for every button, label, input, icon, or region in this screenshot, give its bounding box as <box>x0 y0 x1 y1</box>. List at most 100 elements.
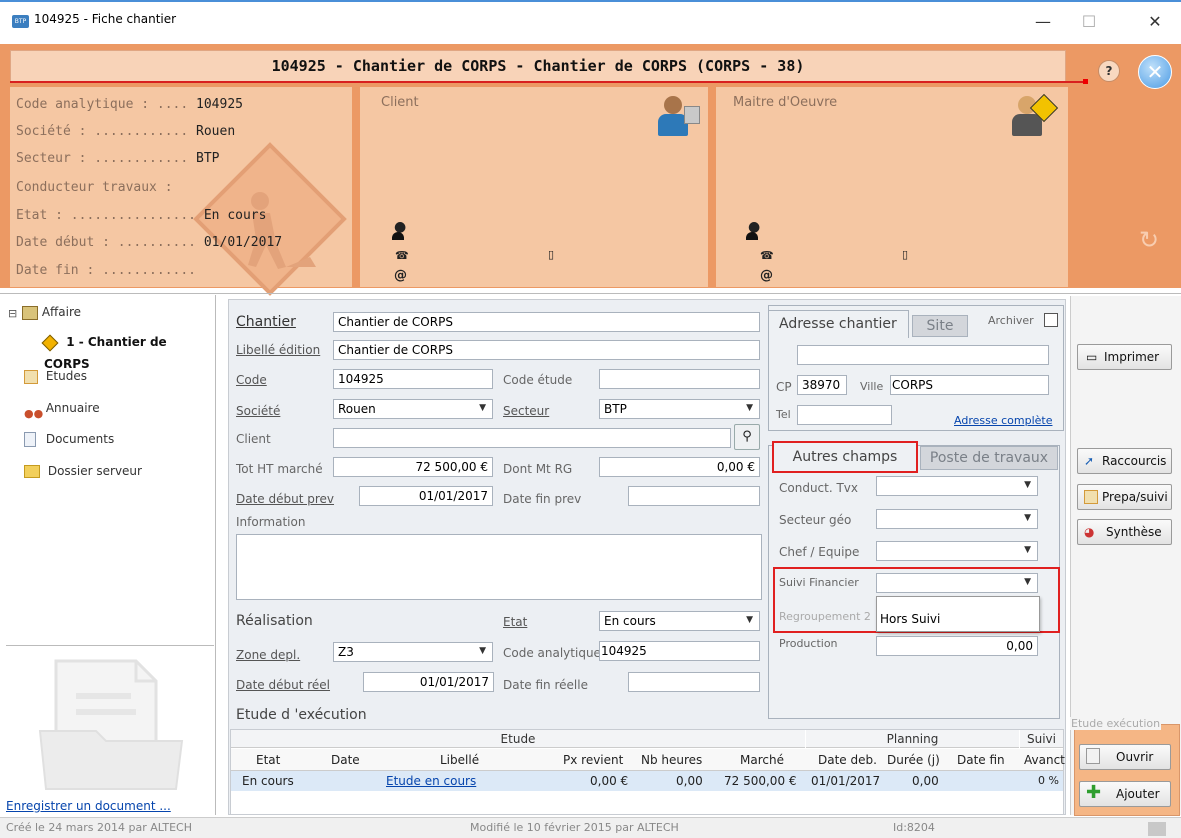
tel-field[interactable] <box>797 405 892 425</box>
sidebar-item-dossier-serveur[interactable]: Dossier serveur <box>24 460 142 482</box>
search-icon: ⚲ <box>742 429 752 444</box>
secteur-dropdown[interactable]: BTP <box>599 399 760 419</box>
tree-collapse-toggle[interactable]: ⊟ <box>8 307 17 320</box>
address-line-field[interactable] <box>797 345 1049 365</box>
tot-ht-field[interactable]: 72 500,00 € <box>333 457 493 477</box>
maximize-button[interactable]: ☐ <box>1069 8 1109 36</box>
info-secteur: Secteur : ............ BTP <box>16 151 220 166</box>
moe-label: Maitre d'Oeuvre <box>733 95 838 110</box>
th-date-deb[interactable]: Date deb. <box>818 753 877 767</box>
synthese-button[interactable]: ◕ Synthèse <box>1077 519 1172 545</box>
chef-equipe-dropdown[interactable] <box>876 541 1038 561</box>
close-window-button[interactable]: ✕ <box>1135 8 1175 36</box>
date-debut-reel-field[interactable]: 01/01/2017 <box>363 672 494 692</box>
chantier-field[interactable]: Chantier de CORPS <box>333 312 760 332</box>
suivi-financier-dropdown[interactable] <box>876 573 1038 593</box>
code-field[interactable]: 104925 <box>333 369 493 389</box>
dropdown-option-hors-suivi[interactable]: Hors Suivi <box>880 612 940 626</box>
tab-autres-champs[interactable]: Autres champs <box>772 441 918 473</box>
minimize-button[interactable]: — <box>1023 8 1063 36</box>
dont-mt-rg-field[interactable]: 0,00 € <box>599 457 760 477</box>
moe-phone-icon: ☎ <box>760 249 774 262</box>
tab-poste-travaux[interactable]: Poste de travaux <box>920 446 1058 470</box>
register-document-link[interactable]: Enregistrer un document ... <box>6 799 171 813</box>
warning-sign-icon <box>41 334 59 351</box>
ajouter-button[interactable]: ✚ Ajouter <box>1079 781 1171 807</box>
date-fin-prev-field[interactable] <box>628 486 760 506</box>
sidebar-item-etudes[interactable]: Etudes <box>24 365 87 387</box>
code-analytique-field[interactable]: 104925 <box>599 641 760 661</box>
cell-date-deb: 01/01/2017 <box>811 774 881 788</box>
divider <box>0 293 1181 294</box>
client-phone-icon: ☎ <box>395 249 409 262</box>
th-marche[interactable]: Marché <box>740 753 784 767</box>
code-analytique-label: Code analytique <box>503 646 601 660</box>
table-group-planning: Planning <box>806 730 1019 748</box>
page-title: 104925 - Chantier de CORPS - Chantier de… <box>10 50 1066 82</box>
cp-field[interactable]: 38970 <box>797 375 847 395</box>
th-date-fin[interactable]: Date fin <box>957 753 1005 767</box>
libelle-field[interactable]: Chantier de CORPS <box>333 340 760 360</box>
th-nb-heures[interactable]: Nb heures <box>641 753 702 767</box>
client-search-button[interactable]: ⚲ <box>734 424 760 450</box>
client-field[interactable] <box>333 428 731 448</box>
shortcut-arrow-icon: ➚ <box>1084 454 1095 468</box>
sidebar-item-chantier[interactable]: 1 - Chantier de CORPS <box>41 331 215 371</box>
status-modified: Modifié le 10 février 2015 par ALTECH <box>470 821 679 834</box>
cell-marche: 72 500,00 € <box>724 774 797 788</box>
refresh-icon[interactable]: ↻ <box>1136 226 1162 254</box>
th-avancement[interactable]: Avanct <box>1024 753 1065 767</box>
table-group-suivi: Suivi <box>1020 730 1063 748</box>
info-date-fin: Date fin : ............ <box>16 263 197 278</box>
synthese-icon: ◕ <box>1084 525 1095 539</box>
th-libelle[interactable]: Libellé <box>440 753 479 767</box>
app-icon: BTP <box>12 15 29 28</box>
sidebar-item-annuaire[interactable]: ●● Annuaire <box>24 397 100 420</box>
document-icon <box>24 432 36 447</box>
etude-execution-group-label: Etude exécution <box>1070 717 1162 730</box>
date-debut-reel-label: Date début réel <box>236 678 331 692</box>
societe-label: Société <box>236 404 281 418</box>
ouvrir-button[interactable]: Ouvrir <box>1079 744 1171 770</box>
client-contact-body-icon <box>392 232 404 240</box>
status-grip-icon <box>1148 822 1166 836</box>
sidebar-item-documents[interactable]: Documents <box>24 428 114 450</box>
date-fin-reelle-field[interactable] <box>628 672 760 692</box>
th-etat[interactable]: Etat <box>256 753 280 767</box>
close-form-icon[interactable]: ✕ <box>1138 55 1172 89</box>
code-etude-field[interactable] <box>599 369 760 389</box>
archiver-checkbox[interactable] <box>1044 313 1058 327</box>
raccourcis-button[interactable]: ➚ Raccourcis <box>1077 448 1172 474</box>
etat-dropdown[interactable]: En cours <box>599 611 760 631</box>
information-textarea[interactable] <box>236 534 762 600</box>
zone-depl-dropdown[interactable]: Z3 <box>333 642 493 662</box>
cell-libelle-link[interactable]: Etude en cours <box>386 774 476 788</box>
document-drop-icon <box>38 659 184 790</box>
full-address-link[interactable]: Adresse complète <box>954 414 1052 427</box>
cell-px-revient: 0,00 € <box>590 774 629 788</box>
th-px-revient[interactable]: Px revient <box>563 753 623 767</box>
sidebar-item-affaire[interactable]: Affaire <box>22 301 81 323</box>
info-societe: Société : ............ Rouen <box>16 124 236 139</box>
conduct-tvx-dropdown[interactable] <box>876 476 1038 496</box>
th-duree[interactable]: Durée (j) <box>887 753 940 767</box>
societe-dropdown[interactable]: Rouen <box>333 399 493 419</box>
ville-field[interactable]: CORPS <box>890 375 1049 395</box>
production-field[interactable]: 0,00 <box>876 636 1038 656</box>
title-underline <box>10 81 1086 83</box>
prepa-suivi-button[interactable]: Prepa/suivi <box>1077 484 1172 510</box>
secteur-geo-dropdown[interactable] <box>876 509 1038 529</box>
status-id: Id:8204 <box>893 821 935 834</box>
etudes-icon <box>24 369 38 384</box>
tab-adresse-chantier[interactable]: Adresse chantier <box>768 310 909 338</box>
tab-site[interactable]: Site <box>912 315 968 337</box>
resize-marker <box>1083 79 1088 84</box>
th-date[interactable]: Date <box>331 753 360 767</box>
tot-ht-label: Tot HT marché <box>236 462 323 476</box>
info-conducteur: Conducteur travaux : <box>16 180 173 195</box>
imprimer-button[interactable]: ▭ Imprimer <box>1077 344 1172 370</box>
info-code: Code analytique : .... 104925 <box>16 97 243 112</box>
help-button[interactable]: ? <box>1098 60 1120 82</box>
info-date-debut: Date début : .......... 01/01/2017 <box>16 235 283 250</box>
date-debut-prev-field[interactable]: 01/01/2017 <box>359 486 493 506</box>
